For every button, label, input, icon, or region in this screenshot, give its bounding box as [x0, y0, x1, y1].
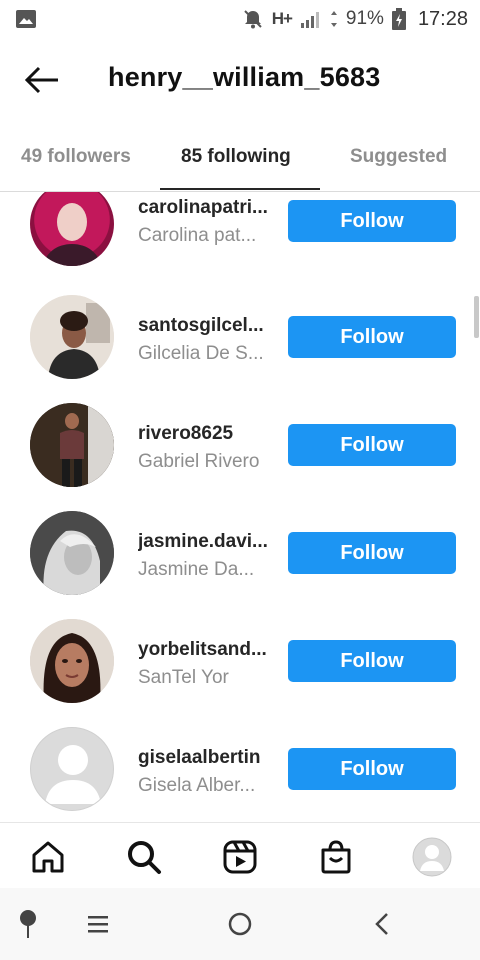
tab-suggested[interactable]: Suggested — [350, 146, 447, 168]
avatar[interactable] — [30, 403, 114, 487]
home-icon[interactable] — [26, 835, 70, 879]
system-nav-bar — [0, 888, 480, 960]
battery-charging-icon — [391, 8, 406, 30]
following-list[interactable]: carolinapatri... Carolina pat... Follow … — [0, 192, 480, 822]
list-item[interactable]: yorbelitsand... SanTel Yor Follow — [0, 619, 480, 727]
tab-following[interactable]: 85 following — [181, 146, 291, 168]
full-name: Gisela Alber... — [138, 775, 256, 796]
clock: 17:28 — [417, 7, 468, 30]
signal-icon — [300, 10, 322, 28]
scrollbar-thumb[interactable] — [474, 296, 479, 338]
avatar[interactable] — [30, 511, 114, 595]
list-item[interactable]: giselaalbertin Gisela Alber... Follow — [0, 727, 480, 822]
assistant-icon[interactable] — [8, 906, 48, 942]
data-arrows-icon — [330, 10, 338, 28]
follow-button[interactable]: Follow — [288, 316, 456, 358]
image-icon — [16, 10, 36, 28]
list-item[interactable]: carolinapatri... Carolina pat... Follow — [0, 192, 480, 290]
home-circle-icon[interactable] — [220, 906, 260, 942]
status-bar: H+ 91% 17:28 — [0, 0, 480, 38]
follow-button[interactable]: Follow — [288, 640, 456, 682]
profile-avatar[interactable] — [410, 835, 454, 879]
list-item[interactable]: rivero8625 Gabriel Rivero Follow — [0, 403, 480, 511]
full-name: Carolina pat... — [138, 225, 257, 246]
bottom-nav — [0, 822, 480, 888]
shop-icon[interactable] — [314, 835, 358, 879]
back-arrow-icon[interactable] — [22, 64, 62, 96]
follow-button[interactable]: Follow — [288, 424, 456, 466]
username[interactable]: jasmine.davi... — [138, 531, 268, 553]
active-tab-indicator — [160, 188, 320, 190]
avatar[interactable] — [30, 295, 114, 379]
search-icon[interactable] — [122, 835, 166, 879]
full-name: Gilcelia De S... — [138, 343, 264, 364]
recents-icon[interactable] — [78, 906, 118, 942]
tab-bar: 49 followers 85 following Suggested — [0, 130, 480, 192]
notifications-off-icon — [242, 8, 264, 30]
tab-followers[interactable]: 49 followers — [21, 146, 131, 168]
avatar[interactable] — [30, 727, 114, 811]
avatar[interactable] — [30, 192, 114, 266]
network-type: H+ — [271, 9, 293, 28]
username[interactable]: yorbelitsand... — [138, 639, 267, 661]
back-chevron-icon[interactable] — [362, 906, 402, 942]
full-name: Jasmine Da... — [138, 559, 255, 580]
follow-button[interactable]: Follow — [288, 748, 456, 790]
list-item[interactable]: santosgilcel... Gilcelia De S... Follow — [0, 295, 480, 403]
username[interactable]: carolinapatri... — [138, 197, 268, 219]
username[interactable]: rivero8625 — [138, 423, 233, 445]
username[interactable]: giselaalbertin — [138, 747, 261, 769]
battery-level: 91% — [345, 8, 384, 29]
header: henry__william_5683 — [0, 50, 480, 110]
reels-icon[interactable] — [218, 835, 262, 879]
avatar[interactable] — [30, 619, 114, 703]
username[interactable]: santosgilcel... — [138, 315, 264, 337]
follow-button[interactable]: Follow — [288, 532, 456, 574]
page-title: henry__william_5683 — [108, 62, 381, 92]
list-item[interactable]: jasmine.davi... Jasmine Da... Follow — [0, 511, 480, 619]
full-name: Gabriel Rivero — [138, 451, 260, 472]
follow-button[interactable]: Follow — [288, 200, 456, 242]
full-name: SanTel Yor — [138, 667, 229, 688]
